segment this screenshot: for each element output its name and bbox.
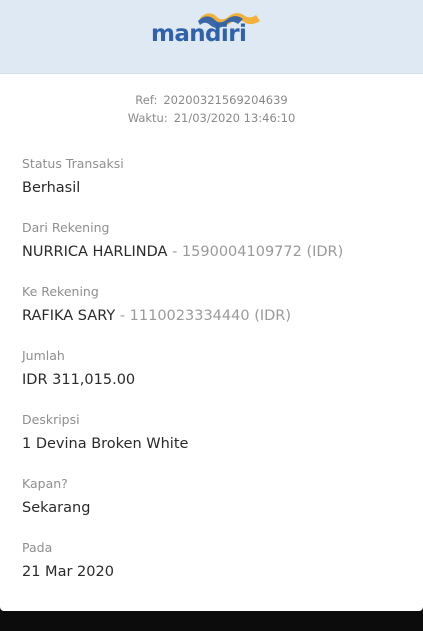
when-field: Kapan? Sekarang	[22, 476, 402, 518]
time-value: 21/03/2020 13:46:10	[173, 111, 296, 125]
when-label: Kapan?	[22, 476, 68, 491]
description-field: Deskripsi 1 Devina Broken White	[22, 412, 402, 454]
status-value: Berhasil	[22, 180, 81, 196]
ref-label: Ref:	[135, 93, 158, 107]
amount-label: Jumlah	[22, 348, 65, 363]
from-account-value: NURRICA HARLINDA - 1590004109772 (IDR)	[22, 242, 402, 262]
amount-field: Jumlah IDR 311,015.00	[22, 348, 402, 390]
mandiri-logo-text: mandiri	[151, 21, 247, 47]
reference-line: Ref: 20200321569204639	[0, 91, 423, 109]
date-field: Pada 21 Mar 2020	[22, 540, 402, 582]
transaction-receipt-card: mandiri Ref: 20200321569204639 Waktu: 21/0…	[0, 0, 423, 611]
receipt-header: mandiri	[0, 0, 423, 74]
amount-value: IDR 311,015.00	[22, 372, 136, 388]
time-label: Waktu:	[127, 111, 168, 125]
mandiri-logo: mandiri	[150, 12, 262, 48]
from-account-name: NURRICA HARLINDA	[22, 244, 168, 260]
ref-value: 20200321569204639	[163, 93, 288, 107]
to-account-value: RAFIKA SARY - 1110023334440 (IDR)	[22, 306, 402, 326]
to-account-separator: -	[115, 308, 130, 324]
status-label: Status Transaksi	[22, 156, 124, 171]
time-line: Waktu: 21/03/2020 13:46:10	[0, 109, 423, 127]
to-account-number: 1110023334440 (IDR)	[129, 308, 292, 324]
from-account-number: 1590004109772 (IDR)	[181, 244, 344, 260]
to-account-field: Ke Rekening RAFIKA SARY - 1110023334440 …	[22, 284, 402, 326]
status-field: Status Transaksi Berhasil	[22, 156, 402, 198]
to-account-label: Ke Rekening	[22, 284, 99, 299]
description-label: Deskripsi	[22, 412, 80, 427]
from-account-separator: -	[167, 244, 182, 260]
bottom-bar	[0, 611, 423, 631]
date-label: Pada	[22, 540, 53, 555]
reference-block: Ref: 20200321569204639 Waktu: 21/03/2020 1…	[0, 91, 423, 127]
to-account-name: RAFIKA SARY	[22, 308, 116, 324]
date-value: 21 Mar 2020	[22, 564, 114, 580]
when-value: Sekarang	[22, 500, 91, 516]
receipt-screen: mandiri Ref: 20200321569204639 Waktu: 21/0…	[0, 0, 423, 631]
description-value: 1 Devina Broken White	[22, 436, 189, 452]
from-account-label: Dari Rekening	[22, 220, 110, 235]
from-account-field: Dari Rekening NURRICA HARLINDA - 1590004…	[22, 220, 402, 262]
